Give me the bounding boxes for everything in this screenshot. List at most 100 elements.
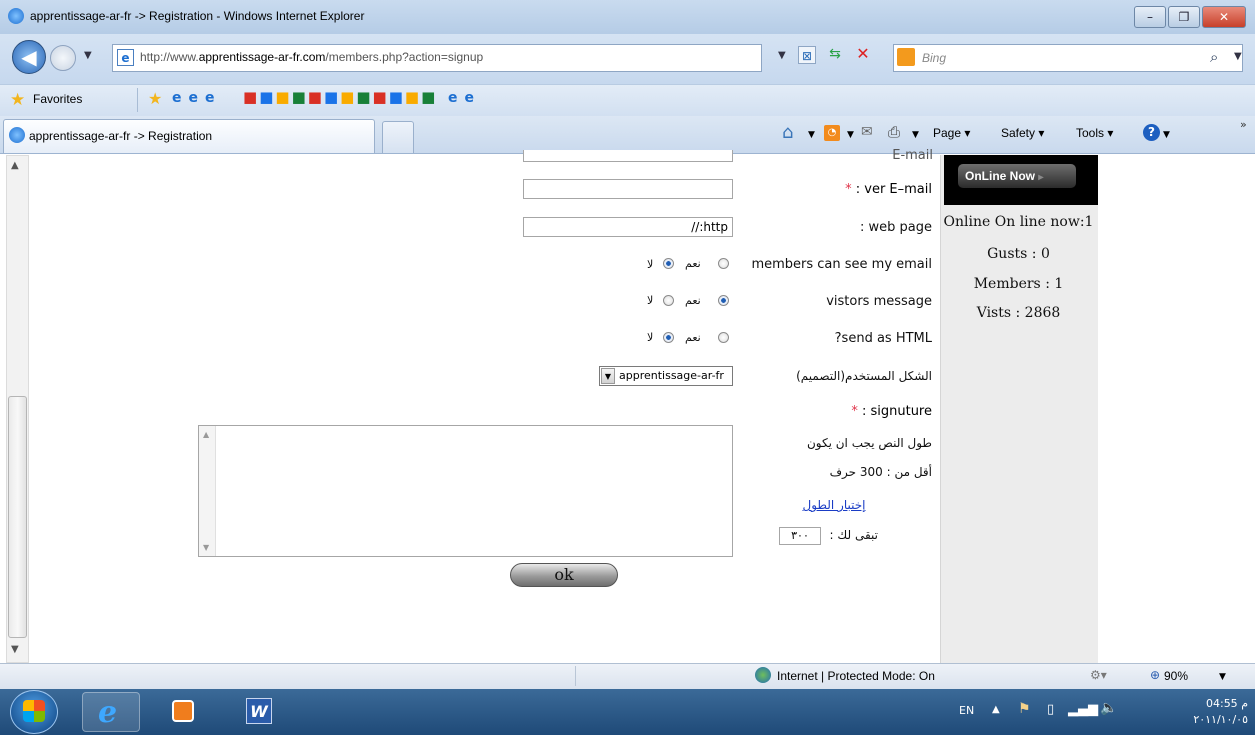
maximize-button[interactable]: ❐ <box>1168 6 1200 28</box>
tab-ie-icon <box>9 127 25 143</box>
scrollbar-thumb[interactable] <box>8 396 27 638</box>
network-signal-icon[interactable]: ▂▄▆ <box>1068 702 1098 717</box>
members-count: Members : 1 <box>973 276 1064 292</box>
zoom-icon[interactable]: ⊕ <box>1150 668 1160 682</box>
visitors-no-radio[interactable] <box>663 295 674 306</box>
signature-required-star: * <box>851 404 858 419</box>
remaining-count-field[interactable]: ٣٠٠ <box>779 527 821 545</box>
rss-feed-icon[interactable]: ◔ <box>824 125 840 141</box>
bing-logo-icon <box>897 48 915 66</box>
minimize-button[interactable]: – <box>1134 6 1166 28</box>
style-select-value: apprentissage-ar-fr <box>619 369 724 382</box>
visitors-no-label: لا <box>647 294 654 307</box>
status-divider <box>575 666 576 686</box>
visitors-yes-label: نعم <box>685 294 701 307</box>
ie-logo-icon <box>8 8 24 24</box>
tray-expand-icon[interactable]: ▲ <box>992 704 1000 715</box>
search-placeholder: Bing <box>922 51 947 65</box>
scroll-up-icon[interactable]: ▲ <box>11 160 19 171</box>
html-yes-label: نعم <box>685 331 701 344</box>
textarea-scroll-up-icon[interactable]: ▲ <box>203 430 209 439</box>
verify-email-label-group: * : ver E–mail <box>760 182 932 197</box>
verify-email-field[interactable] <box>523 179 733 199</box>
see-email-no-radio[interactable] <box>663 258 674 269</box>
visitors-yes-radio[interactable] <box>718 295 729 306</box>
favorites-divider <box>137 88 138 112</box>
test-length-link[interactable]: إختبار الطول <box>780 498 888 512</box>
tools-menu[interactable]: Tools ▾ <box>1076 126 1113 140</box>
favorite-links-google-icons[interactable]: ■■■■■■■■■■■■ <box>243 88 437 106</box>
html-no-label: لا <box>647 331 654 344</box>
web-page-field[interactable]: //:http <box>523 217 733 237</box>
remaining-label: تبقى لك : <box>829 528 878 542</box>
see-email-label: members can see my email <box>751 257 932 272</box>
visits-count: Vists : 2868 <box>976 305 1061 321</box>
textarea-scrollbar[interactable] <box>199 426 216 556</box>
help-dropdown-icon[interactable]: ▼ <box>1163 130 1170 140</box>
close-button[interactable]: ✕ <box>1202 6 1246 28</box>
refresh-icon[interactable]: ⇆ <box>825 46 845 64</box>
new-tab-button[interactable] <box>382 121 414 153</box>
zoom-dropdown-icon[interactable]: ▼ <box>1219 672 1226 682</box>
help-icon[interactable]: ? <box>1143 124 1160 141</box>
online-now-text: OnLine Now <box>965 169 1035 183</box>
no-label: لا <box>647 258 654 271</box>
address-url[interactable]: http://www.apprentissage-ar-fr.com/membe… <box>140 50 483 64</box>
language-indicator[interactable]: EN <box>959 704 974 717</box>
back-button[interactable]: ◀ <box>12 40 46 74</box>
word-icon[interactable]: W <box>246 698 272 724</box>
clock-date[interactable]: ٢٠١١/١٠/٠٥ <box>1180 713 1248 726</box>
url-suffix: /members.php?action=signup <box>325 50 484 64</box>
chevron-more-icon[interactable]: » <box>1240 118 1247 131</box>
status-bar <box>0 663 1255 689</box>
security-zone-text[interactable]: Internet | Protected Mode: On <box>777 669 935 683</box>
send-html-label: ?send as HTML <box>834 331 932 346</box>
media-player-icon[interactable] <box>172 700 194 722</box>
arrow-right-icon: ▸ <box>1038 172 1044 183</box>
add-favorite-icon[interactable]: ★ <box>148 89 162 108</box>
feed-dropdown-icon[interactable]: ▼ <box>847 130 854 140</box>
favorites-button[interactable]: Favorites <box>33 92 82 106</box>
windows-logo-icon <box>23 700 45 722</box>
signature-textarea[interactable] <box>198 425 733 557</box>
compatibility-icon[interactable]: ⊠ <box>798 46 816 64</box>
home-dropdown-icon[interactable]: ▼ <box>808 130 815 140</box>
length-note-line2: أقل من : 300 حرف <box>829 465 932 479</box>
print-dropdown-icon[interactable]: ▼ <box>912 130 919 140</box>
guests-count: Gusts : 0 <box>987 246 1050 262</box>
scroll-down-icon[interactable]: ▼ <box>11 644 19 655</box>
textarea-scroll-down-icon[interactable]: ▼ <box>203 543 209 552</box>
search-icon[interactable]: ⌕ <box>1210 48 1218 66</box>
html-yes-radio[interactable] <box>718 332 729 343</box>
forward-button[interactable] <box>50 45 76 71</box>
ok-submit-button[interactable]: ok <box>510 563 618 587</box>
see-email-yes-radio[interactable] <box>718 258 729 269</box>
page-menu[interactable]: Page ▾ <box>933 126 970 140</box>
page-icon: e <box>117 49 134 66</box>
action-center-icon[interactable]: ⚑ <box>1018 701 1031 717</box>
stop-icon[interactable]: ✕ <box>853 44 873 64</box>
search-dropdown-icon[interactable]: ▼ <box>1234 51 1242 62</box>
zoom-level[interactable]: 90% <box>1164 669 1188 683</box>
recent-pages-dropdown-icon[interactable]: ▼ <box>84 50 92 61</box>
visitors-message-label: vistors message <box>826 294 932 309</box>
battery-icon[interactable]: ▯ <box>1047 702 1054 717</box>
home-icon[interactable]: ⌂ <box>782 122 793 143</box>
url-prefix: http://www. <box>140 50 199 64</box>
email-field[interactable] <box>523 150 733 162</box>
protected-mode-icon[interactable]: ⚙▾ <box>1090 668 1107 682</box>
favorites-star-icon[interactable]: ★ <box>10 90 25 110</box>
read-mail-icon[interactable]: ✉ <box>861 124 873 140</box>
signature-label-group: * : signuture <box>800 404 932 419</box>
print-icon[interactable]: ⎙ <box>888 123 900 141</box>
see-email-no-option[interactable]: لا <box>647 257 653 271</box>
html-no-radio[interactable] <box>663 332 674 343</box>
favorite-links-ie-icons-2[interactable]: ee <box>448 90 481 106</box>
favorite-links-ie-icons[interactable]: eee <box>172 90 222 106</box>
address-dropdown-icon[interactable]: ▼ <box>778 50 786 61</box>
select-chevron-down-icon[interactable]: ▼ <box>601 368 615 384</box>
volume-muted-icon[interactable]: 🔈 <box>1100 700 1117 716</box>
clock-time[interactable]: 04:55 م <box>1180 697 1248 710</box>
safety-menu[interactable]: Safety ▾ <box>1001 126 1044 140</box>
online-count: Online On line now:1 <box>943 214 1094 230</box>
